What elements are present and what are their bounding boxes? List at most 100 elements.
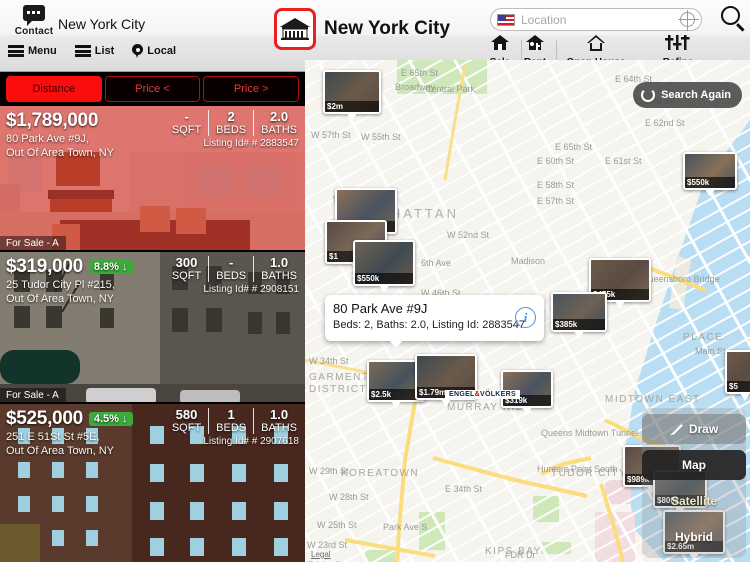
callout-title: 80 Park Ave #9J bbox=[333, 301, 428, 316]
map-label: E 58th St bbox=[537, 180, 575, 190]
draw-button-label: Draw bbox=[688, 422, 719, 436]
house-icon bbox=[491, 35, 509, 50]
map-callout[interactable]: 80 Park Ave #9J Beds: 2, Baths: 2.0, Lis… bbox=[325, 295, 544, 348]
map-pin[interactable]: $550k bbox=[353, 240, 415, 293]
map-pin[interactable]: $319k bbox=[501, 370, 553, 415]
listing-stats: 580 SQFT 1 BEDS 1.0 BATHS Listing Id# # 290… bbox=[165, 407, 299, 448]
search-icon[interactable] bbox=[721, 6, 740, 25]
listing-id: Listing Id# # 2908151 bbox=[203, 284, 299, 295]
map-label: E 65th St bbox=[401, 68, 439, 78]
listing-baths-label: BATHS bbox=[261, 124, 297, 136]
listing-address-1: 25 Tudor City Pl #215, bbox=[6, 279, 115, 291]
local-button[interactable]: Local bbox=[132, 44, 176, 58]
house-key-icon bbox=[526, 35, 544, 50]
map-type-hybrid[interactable]: Hybrid bbox=[642, 522, 746, 552]
map-label: GARMENT bbox=[309, 372, 370, 383]
listing-address-1: 251 E 51St St #5E, bbox=[6, 431, 100, 443]
listing-info: $319,000 8.8% ↓ 25 Tudor City Pl #215, O… bbox=[6, 256, 133, 306]
listing-price: $1,789,000 bbox=[6, 110, 99, 131]
hamburger-icon bbox=[8, 45, 24, 57]
map-label: W 23rd St bbox=[307, 540, 348, 550]
open-house-icon bbox=[587, 35, 605, 51]
list-button[interactable]: List bbox=[74, 45, 115, 57]
map-pin-tail bbox=[379, 285, 389, 293]
map-pin-price: $550k bbox=[355, 273, 413, 284]
map-attribution: ENGEL&VÖLKERS bbox=[445, 390, 520, 399]
draw-button[interactable]: Draw bbox=[642, 414, 746, 444]
header-city-label: New York City bbox=[58, 16, 146, 32]
listing-price: $525,000 bbox=[6, 408, 83, 429]
map-pin-tail bbox=[391, 401, 401, 409]
map-label: W 28th St bbox=[329, 492, 369, 502]
map-pin[interactable]: $385k bbox=[551, 292, 607, 339]
list-button-label: List bbox=[94, 45, 115, 57]
crosshair-icon[interactable] bbox=[678, 10, 699, 31]
map-pin[interactable]: $550k bbox=[683, 152, 737, 197]
map-label: FDR Dr bbox=[505, 550, 536, 560]
map-pin-tail bbox=[740, 393, 750, 401]
map-pin-price: $385k bbox=[553, 319, 605, 330]
list-icon bbox=[74, 45, 91, 57]
map-pin[interactable]: $5 bbox=[725, 350, 750, 401]
map-label: Central Park bbox=[425, 84, 476, 94]
map-label: W 29th St bbox=[309, 466, 349, 476]
map-label: W 25th St bbox=[317, 520, 357, 530]
sort-price-desc-button[interactable]: Price > bbox=[203, 76, 300, 102]
list-item[interactable]: $319,000 8.8% ↓ 25 Tudor City Pl #215, O… bbox=[0, 252, 305, 404]
legal-link[interactable]: Legal bbox=[311, 550, 331, 559]
map-pin-price: $5 bbox=[727, 381, 750, 392]
map-pin[interactable]: $2m bbox=[323, 70, 381, 121]
listing-beds-label: BEDS bbox=[216, 124, 247, 136]
map-label: E 61st St bbox=[605, 156, 642, 166]
listing-baths-label: BATHS bbox=[261, 270, 297, 282]
map-label: KOREATOWN bbox=[341, 468, 420, 479]
map-label: Madison bbox=[511, 256, 546, 266]
listing-sqft: - bbox=[184, 109, 189, 124]
mansion-logo-icon[interactable] bbox=[274, 8, 316, 50]
sliders-icon bbox=[665, 35, 690, 50]
search-again-button[interactable]: Search Again bbox=[633, 82, 742, 108]
map-pin-tail bbox=[441, 399, 451, 407]
listing-beds: 2 bbox=[227, 109, 235, 124]
map-label: W 34th St bbox=[309, 356, 349, 366]
callout-detail: Beds: 2, Baths: 2.0, Listing Id: 2883547 bbox=[333, 319, 526, 331]
map-label: PLACE bbox=[683, 332, 724, 343]
search-input-placeholder[interactable]: Location bbox=[521, 13, 680, 27]
listing-address-2: Out Of Area Town, NY bbox=[6, 445, 115, 457]
listing-beds-label: BEDS bbox=[216, 270, 247, 282]
listing-address-2: Out Of Area Town, NY bbox=[6, 293, 115, 305]
listing-info: $525,000 4.5% ↓ 251 E 51St St #5E, Out O… bbox=[6, 408, 133, 458]
map-pin-thumbnail: $550k bbox=[683, 152, 737, 190]
map-label: E 57th St bbox=[537, 196, 575, 206]
list-item[interactable]: $1,789,000 80 Park Ave #9J, Out Of Area … bbox=[0, 106, 305, 252]
listing-baths: 1.0 bbox=[270, 255, 289, 270]
map-panel[interactable]: MANHATTANKOREATOWNMURRAY HILLKIPS BAYGRA… bbox=[305, 60, 750, 562]
map-pin-tail bbox=[615, 301, 625, 309]
sort-distance-button[interactable]: Distance bbox=[6, 76, 102, 102]
contact-button[interactable]: Contact bbox=[8, 3, 60, 37]
menu-button[interactable]: Menu bbox=[8, 45, 57, 57]
price-change-badge: 4.5% ↓ bbox=[88, 412, 133, 426]
map-pin-tail bbox=[705, 189, 715, 197]
map-label: E 65th St bbox=[555, 142, 593, 152]
map-pin-price: $2m bbox=[325, 101, 379, 112]
search-again-label: Search Again bbox=[661, 89, 731, 101]
listing-sqft-label: SQFT bbox=[171, 124, 202, 136]
location-search-field[interactable]: Location bbox=[490, 8, 702, 31]
info-circle-icon[interactable]: i bbox=[515, 307, 536, 328]
listings-panel: Distance Price < Price > $1,789,000 80 P… bbox=[0, 72, 305, 562]
listing-beds: 1 bbox=[227, 407, 235, 422]
listing-sqft-label: SQFT bbox=[171, 422, 202, 434]
pencil-icon bbox=[669, 424, 683, 436]
map-type-satellite[interactable]: Satellite bbox=[642, 486, 746, 516]
map-label: W 55th St bbox=[361, 132, 401, 142]
sort-price-asc-button[interactable]: Price < bbox=[104, 76, 201, 102]
listing-sqft-label: SQFT bbox=[171, 270, 202, 282]
map-label: E 62nd St bbox=[645, 118, 685, 128]
list-item[interactable]: $525,000 4.5% ↓ 251 E 51St St #5E, Out O… bbox=[0, 404, 305, 562]
map-pin-thumbnail: $385k bbox=[551, 292, 607, 332]
map-type-map[interactable]: Map bbox=[642, 450, 746, 480]
listing-price: $319,000 bbox=[6, 256, 83, 277]
listing-address-1: 80 Park Ave #9J, bbox=[6, 133, 89, 145]
map-pin-thumbnail: $2m bbox=[323, 70, 381, 114]
